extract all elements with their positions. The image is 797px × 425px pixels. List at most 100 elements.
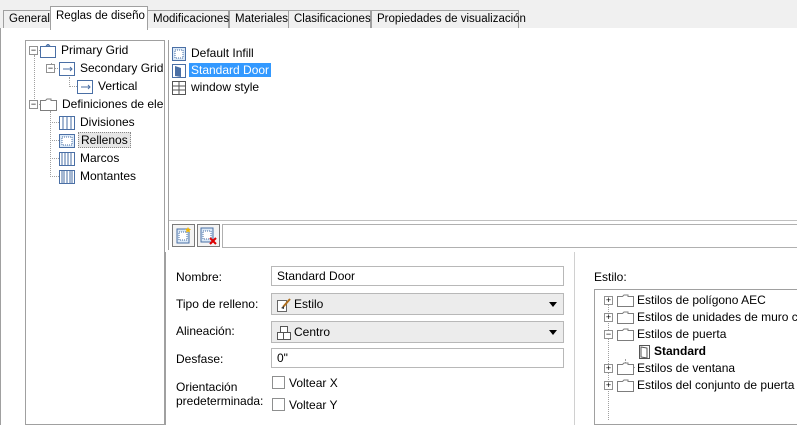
list-toolbar: [169, 220, 797, 250]
design-rules-tree[interactable]: − Primary Grid − Secondary Grid Vertical…: [25, 40, 165, 425]
tab-overrides[interactable]: Modificaciones: [147, 10, 229, 29]
folder-icon: [617, 311, 634, 325]
tree-connector: [50, 176, 59, 177]
alignment-label: Alineación:: [176, 324, 235, 338]
tab-display-properties[interactable]: Propiedades de visualización: [371, 10, 526, 29]
tree-item-label: Primary Grid: [61, 43, 129, 57]
folder-icon: [617, 294, 634, 308]
add-infill-button[interactable]: [172, 224, 195, 247]
style-tree-item[interactable]: Estilos de polígono AEC: [617, 292, 766, 309]
infill-style-list[interactable]: Default Infill Standard Door window styl…: [168, 40, 797, 250]
delete-infill-button[interactable]: [197, 224, 220, 247]
tab-classifications[interactable]: Clasificaciones: [288, 10, 371, 29]
tree-item-label: Vertical: [98, 79, 138, 93]
tree-item-divisions[interactable]: Divisiones: [59, 114, 137, 131]
tab-design-rules[interactable]: Reglas de diseño: [50, 6, 148, 30]
flip-x-label: Voltear X: [289, 376, 338, 390]
door-icon: [172, 63, 186, 78]
style-tree-item[interactable]: Estilos del conjunto de puerta: [617, 377, 794, 394]
list-item-default-infill[interactable]: Default Infill: [172, 45, 256, 62]
properties-panel: Nombre: Standard Door Tipo de relleno: E…: [165, 252, 797, 425]
infill-type-select[interactable]: Estilo: [271, 293, 564, 315]
align-center-icon: [277, 325, 291, 340]
style-tree-item[interactable]: Estilos de ventana: [617, 360, 735, 377]
expand-icon[interactable]: +: [604, 364, 613, 373]
tree-item-element-definitions[interactable]: Definiciones de ele: [40, 96, 164, 113]
infill-icon: [59, 133, 75, 148]
alignment-select[interactable]: Centro: [271, 321, 564, 343]
infill-type-value: Estilo: [294, 297, 324, 311]
folder-icon: [617, 362, 634, 376]
flip-x-checkbox[interactable]: [272, 376, 285, 389]
tree-item-label: Divisiones: [80, 115, 135, 129]
name-label: Nombre:: [176, 270, 222, 284]
style-tree-item[interactable]: Estilos de puerta: [617, 326, 726, 343]
infill-type-label: Tipo de relleno:: [176, 297, 259, 311]
expand-icon[interactable]: +: [604, 381, 613, 390]
expand-icon[interactable]: +: [604, 296, 613, 305]
tree-item-label: Marcos: [80, 151, 120, 165]
tree-connector: [50, 111, 51, 177]
tree-item-secondary-grid[interactable]: Secondary Grid: [59, 60, 164, 77]
tab-general[interactable]: General: [3, 10, 51, 29]
divisions-icon: [59, 115, 75, 130]
tree-item-label: Montantes: [80, 169, 137, 183]
window-icon: [172, 80, 186, 95]
collapse-icon[interactable]: −: [29, 100, 38, 109]
infill-icon: [172, 46, 186, 61]
flip-y-label: Voltear Y: [289, 398, 338, 412]
offset-label: Desfase:: [176, 352, 224, 366]
orientation-label-line1: Orientación: [176, 380, 238, 394]
style-tree-label: Estilos de puerta: [637, 327, 727, 341]
style-label: Estilo:: [594, 270, 627, 284]
list-item-standard-door[interactable]: Standard Door: [172, 62, 272, 79]
offset-input[interactable]: 0": [271, 348, 564, 368]
style-tree[interactable]: + Estilos de polígono AEC + Estilos de u…: [594, 289, 797, 425]
folder-icon: [617, 328, 634, 342]
tree-item-frames[interactable]: Marcos: [59, 150, 121, 167]
description-field[interactable]: [222, 224, 797, 248]
orientation-label-line2: predeterminada:: [176, 394, 264, 408]
collapse-icon[interactable]: −: [46, 64, 55, 73]
name-input[interactable]: Standard Door: [271, 266, 564, 286]
frames-icon: [59, 151, 75, 166]
folder-icon: [40, 98, 57, 112]
tree-item-mullions[interactable]: Montantes: [59, 168, 138, 185]
chevron-down-icon: [549, 330, 557, 335]
style-tree-label: Estilos del conjunto de puerta: [637, 378, 795, 392]
paintbrush-icon: [277, 298, 291, 312]
expand-icon[interactable]: +: [604, 313, 613, 322]
tree-connector: [34, 55, 35, 105]
tree-item-label: Secondary Grid: [80, 61, 164, 75]
tree-item-label: Rellenos: [78, 132, 131, 148]
style-tree-label: Estilos de polígono AEC: [637, 293, 766, 307]
style-tree-label: Standard: [654, 344, 707, 358]
grid-icon: [59, 61, 75, 76]
mullions-icon: [59, 169, 75, 184]
list-item-window-style[interactable]: window style: [172, 79, 261, 96]
grid-icon: [40, 43, 56, 58]
style-tree-label: Estilos de ventana: [637, 361, 736, 375]
style-tree-item[interactable]: Estilos de unidades de muro cc: [617, 309, 797, 326]
tree-item-primary-grid[interactable]: Primary Grid: [40, 42, 130, 59]
tree-connector: [50, 140, 59, 141]
tree-item-vertical[interactable]: Vertical: [77, 78, 139, 95]
alignment-value: Centro: [294, 325, 331, 339]
tab-bar: General Reglas de diseño Modificaciones …: [0, 0, 797, 30]
list-item-label: Default Infill: [191, 46, 254, 60]
tree-item-infills[interactable]: Rellenos: [59, 132, 131, 149]
collapse-icon[interactable]: −: [604, 330, 613, 339]
tree-connector: [50, 158, 59, 159]
collapse-icon[interactable]: −: [29, 46, 38, 55]
style-tree-item-standard[interactable]: Standard: [637, 343, 706, 360]
add-icon: [176, 227, 191, 244]
name-label-text: Nombre:: [176, 270, 223, 284]
chevron-down-icon: [549, 302, 557, 307]
flip-y-checkbox[interactable]: [272, 398, 285, 411]
tab-materials[interactable]: Materiales: [229, 10, 289, 29]
style-tree-label: Estilos de unidades de muro cc: [637, 310, 797, 324]
list-item-label: window style: [191, 80, 260, 94]
list-item-label: Standard Door: [189, 63, 272, 77]
delete-icon: [200, 227, 217, 245]
grid-icon: [77, 79, 93, 94]
